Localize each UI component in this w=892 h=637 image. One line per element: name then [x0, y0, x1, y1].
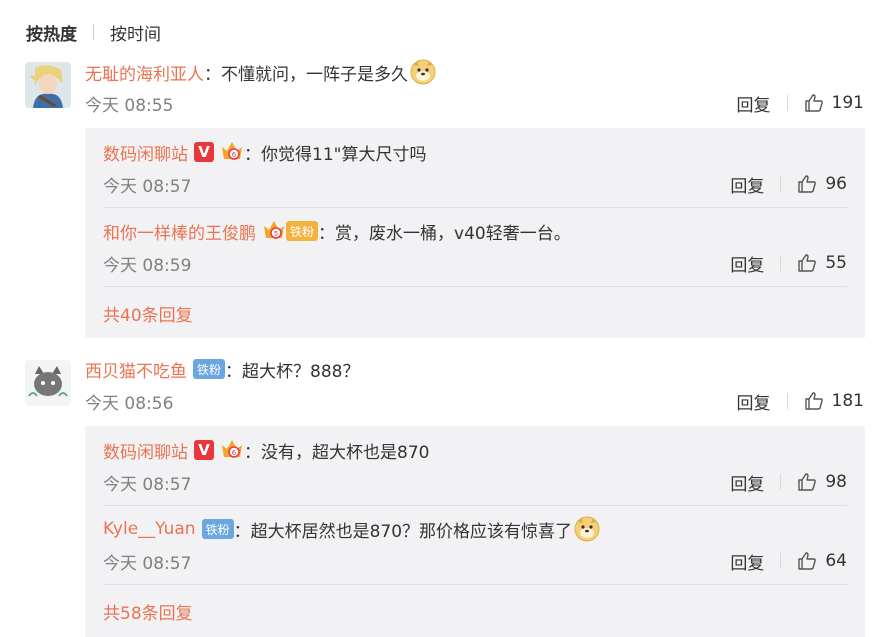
comment-actions: 回复 98: [730, 470, 847, 495]
comment-actions: 回复 191: [737, 91, 864, 116]
tab-divider: [93, 24, 94, 40]
like-button[interactable]: 98: [797, 472, 847, 492]
action-divider: [786, 95, 788, 111]
crown-icon[interactable]: 6: [220, 437, 244, 464]
comment-text: ：超大杯居然也是870？那价格应该有惊喜了: [233, 521, 573, 542]
svg-text:5: 5: [274, 230, 278, 238]
user-name[interactable]: Kyle__Yuan: [103, 519, 196, 539]
like-count: 55: [825, 253, 847, 273]
user-name[interactable]: 数码闲聊站: [103, 140, 188, 165]
like-icon: [804, 392, 823, 410]
like-button[interactable]: 181: [804, 391, 864, 411]
like-button[interactable]: 64: [797, 551, 847, 571]
action-divider: [780, 176, 782, 192]
like-button[interactable]: 191: [804, 93, 864, 113]
fan-badge[interactable]: 铁粉: [193, 359, 226, 379]
like-count: 98: [825, 472, 847, 492]
divider: [103, 505, 847, 506]
action-divider: [786, 393, 788, 409]
action-divider: [780, 255, 782, 271]
like-count: 181: [831, 391, 864, 411]
action-divider: [780, 474, 782, 490]
comment-text: ：超大杯？888？: [225, 361, 360, 382]
avatar-cat-icon: [25, 360, 71, 406]
comment-time: 今天 08:57: [103, 474, 192, 495]
sub-replies: 数码闲聊站 V 6 ：没有，超大杯也是870 今天 08:57 回复 98 Ky…: [85, 426, 865, 637]
sub-reply-body: 数码闲聊站 V 6 ：没有，超大杯也是870: [103, 437, 847, 464]
like-icon: [798, 552, 817, 570]
crown-icon[interactable]: 5: [262, 218, 286, 245]
like-button[interactable]: 96: [797, 174, 847, 194]
comment-text: ：你觉得11"算大尺寸吗: [244, 144, 427, 165]
like-icon: [798, 473, 817, 491]
doge-emoji-icon: [574, 516, 600, 542]
tab-sort-hot[interactable]: 按热度: [26, 20, 77, 45]
verified-v-badge[interactable]: V: [194, 142, 214, 162]
user-name[interactable]: 无耻的海利亚人: [85, 60, 204, 85]
comment-time: 今天 08:55: [85, 95, 174, 116]
fan-badge[interactable]: 铁粉: [201, 519, 234, 539]
comment-actions: 回复 181: [737, 389, 864, 414]
like-count: 191: [831, 93, 864, 113]
avatar-elf-icon: [25, 62, 71, 108]
like-icon: [798, 254, 817, 272]
more-replies-link[interactable]: 共40条回复: [103, 301, 193, 326]
like-icon: [798, 175, 817, 193]
action-divider: [780, 553, 782, 569]
user-name[interactable]: 数码闲聊站: [103, 438, 188, 463]
reply-button[interactable]: 回复: [737, 91, 771, 116]
avatar[interactable]: [25, 360, 71, 406]
like-icon: [804, 94, 823, 112]
comment-time: 今天 08:57: [103, 553, 192, 574]
comment-time: 今天 08:57: [103, 176, 192, 197]
sub-replies: 数码闲聊站 V 6 ：你觉得11"算大尺寸吗 今天 08:57 回复 96 和你…: [85, 128, 865, 338]
crown-icon[interactable]: 6: [220, 139, 244, 166]
comment-actions: 回复 64: [730, 549, 847, 574]
fan-badge[interactable]: 铁粉: [286, 221, 319, 241]
svg-text:6: 6: [232, 449, 237, 457]
doge-emoji-icon: [410, 59, 436, 85]
comment-time: 今天 08:59: [103, 255, 192, 276]
reply-button[interactable]: 回复: [730, 172, 764, 197]
comment-actions: 回复 96: [730, 172, 847, 197]
divider: [103, 207, 847, 208]
avatar[interactable]: [25, 62, 71, 108]
reply-button[interactable]: 回复: [730, 549, 764, 574]
tab-sort-time[interactable]: 按时间: [110, 20, 161, 45]
comment-body: 无耻的海利亚人 ：不懂就问，一阵子是多久: [85, 59, 872, 85]
comment-body: 西贝猫不吃鱼 铁粉 ：超大杯？888？: [85, 357, 872, 382]
more-replies-link[interactable]: 共58条回复: [103, 599, 193, 624]
reply-button[interactable]: 回复: [737, 389, 771, 414]
like-button[interactable]: 55: [797, 253, 847, 273]
comment-text: ：没有，超大杯也是870: [244, 442, 430, 463]
sub-reply-body: 数码闲聊站 V 6 ：你觉得11"算大尺寸吗: [103, 139, 847, 166]
divider: [103, 286, 847, 287]
comment-text: ：赏，废水一桶，v40轻奢一台。: [318, 223, 571, 244]
sub-reply-body: Kyle__Yuan 铁粉 ：超大杯居然也是870？那价格应该有惊喜了: [103, 516, 847, 542]
user-name[interactable]: 和你一样棒的王俊鹏: [103, 219, 256, 244]
like-count: 64: [825, 551, 847, 571]
comment-time: 今天 08:56: [85, 393, 174, 414]
sort-tabs: 按热度 按时间: [26, 20, 161, 45]
divider: [103, 584, 847, 585]
reply-button[interactable]: 回复: [730, 470, 764, 495]
reply-button[interactable]: 回复: [730, 251, 764, 276]
verified-v-badge[interactable]: V: [194, 440, 214, 460]
like-count: 96: [825, 174, 847, 194]
sub-reply-body: 和你一样棒的王俊鹏 5 铁粉 ：赏，废水一桶，v40轻奢一台。: [103, 218, 847, 245]
comment-text: ：不懂就问，一阵子是多久: [204, 64, 408, 85]
user-name[interactable]: 西贝猫不吃鱼: [85, 357, 187, 382]
svg-text:6: 6: [232, 151, 237, 159]
comment-actions: 回复 55: [730, 251, 847, 276]
